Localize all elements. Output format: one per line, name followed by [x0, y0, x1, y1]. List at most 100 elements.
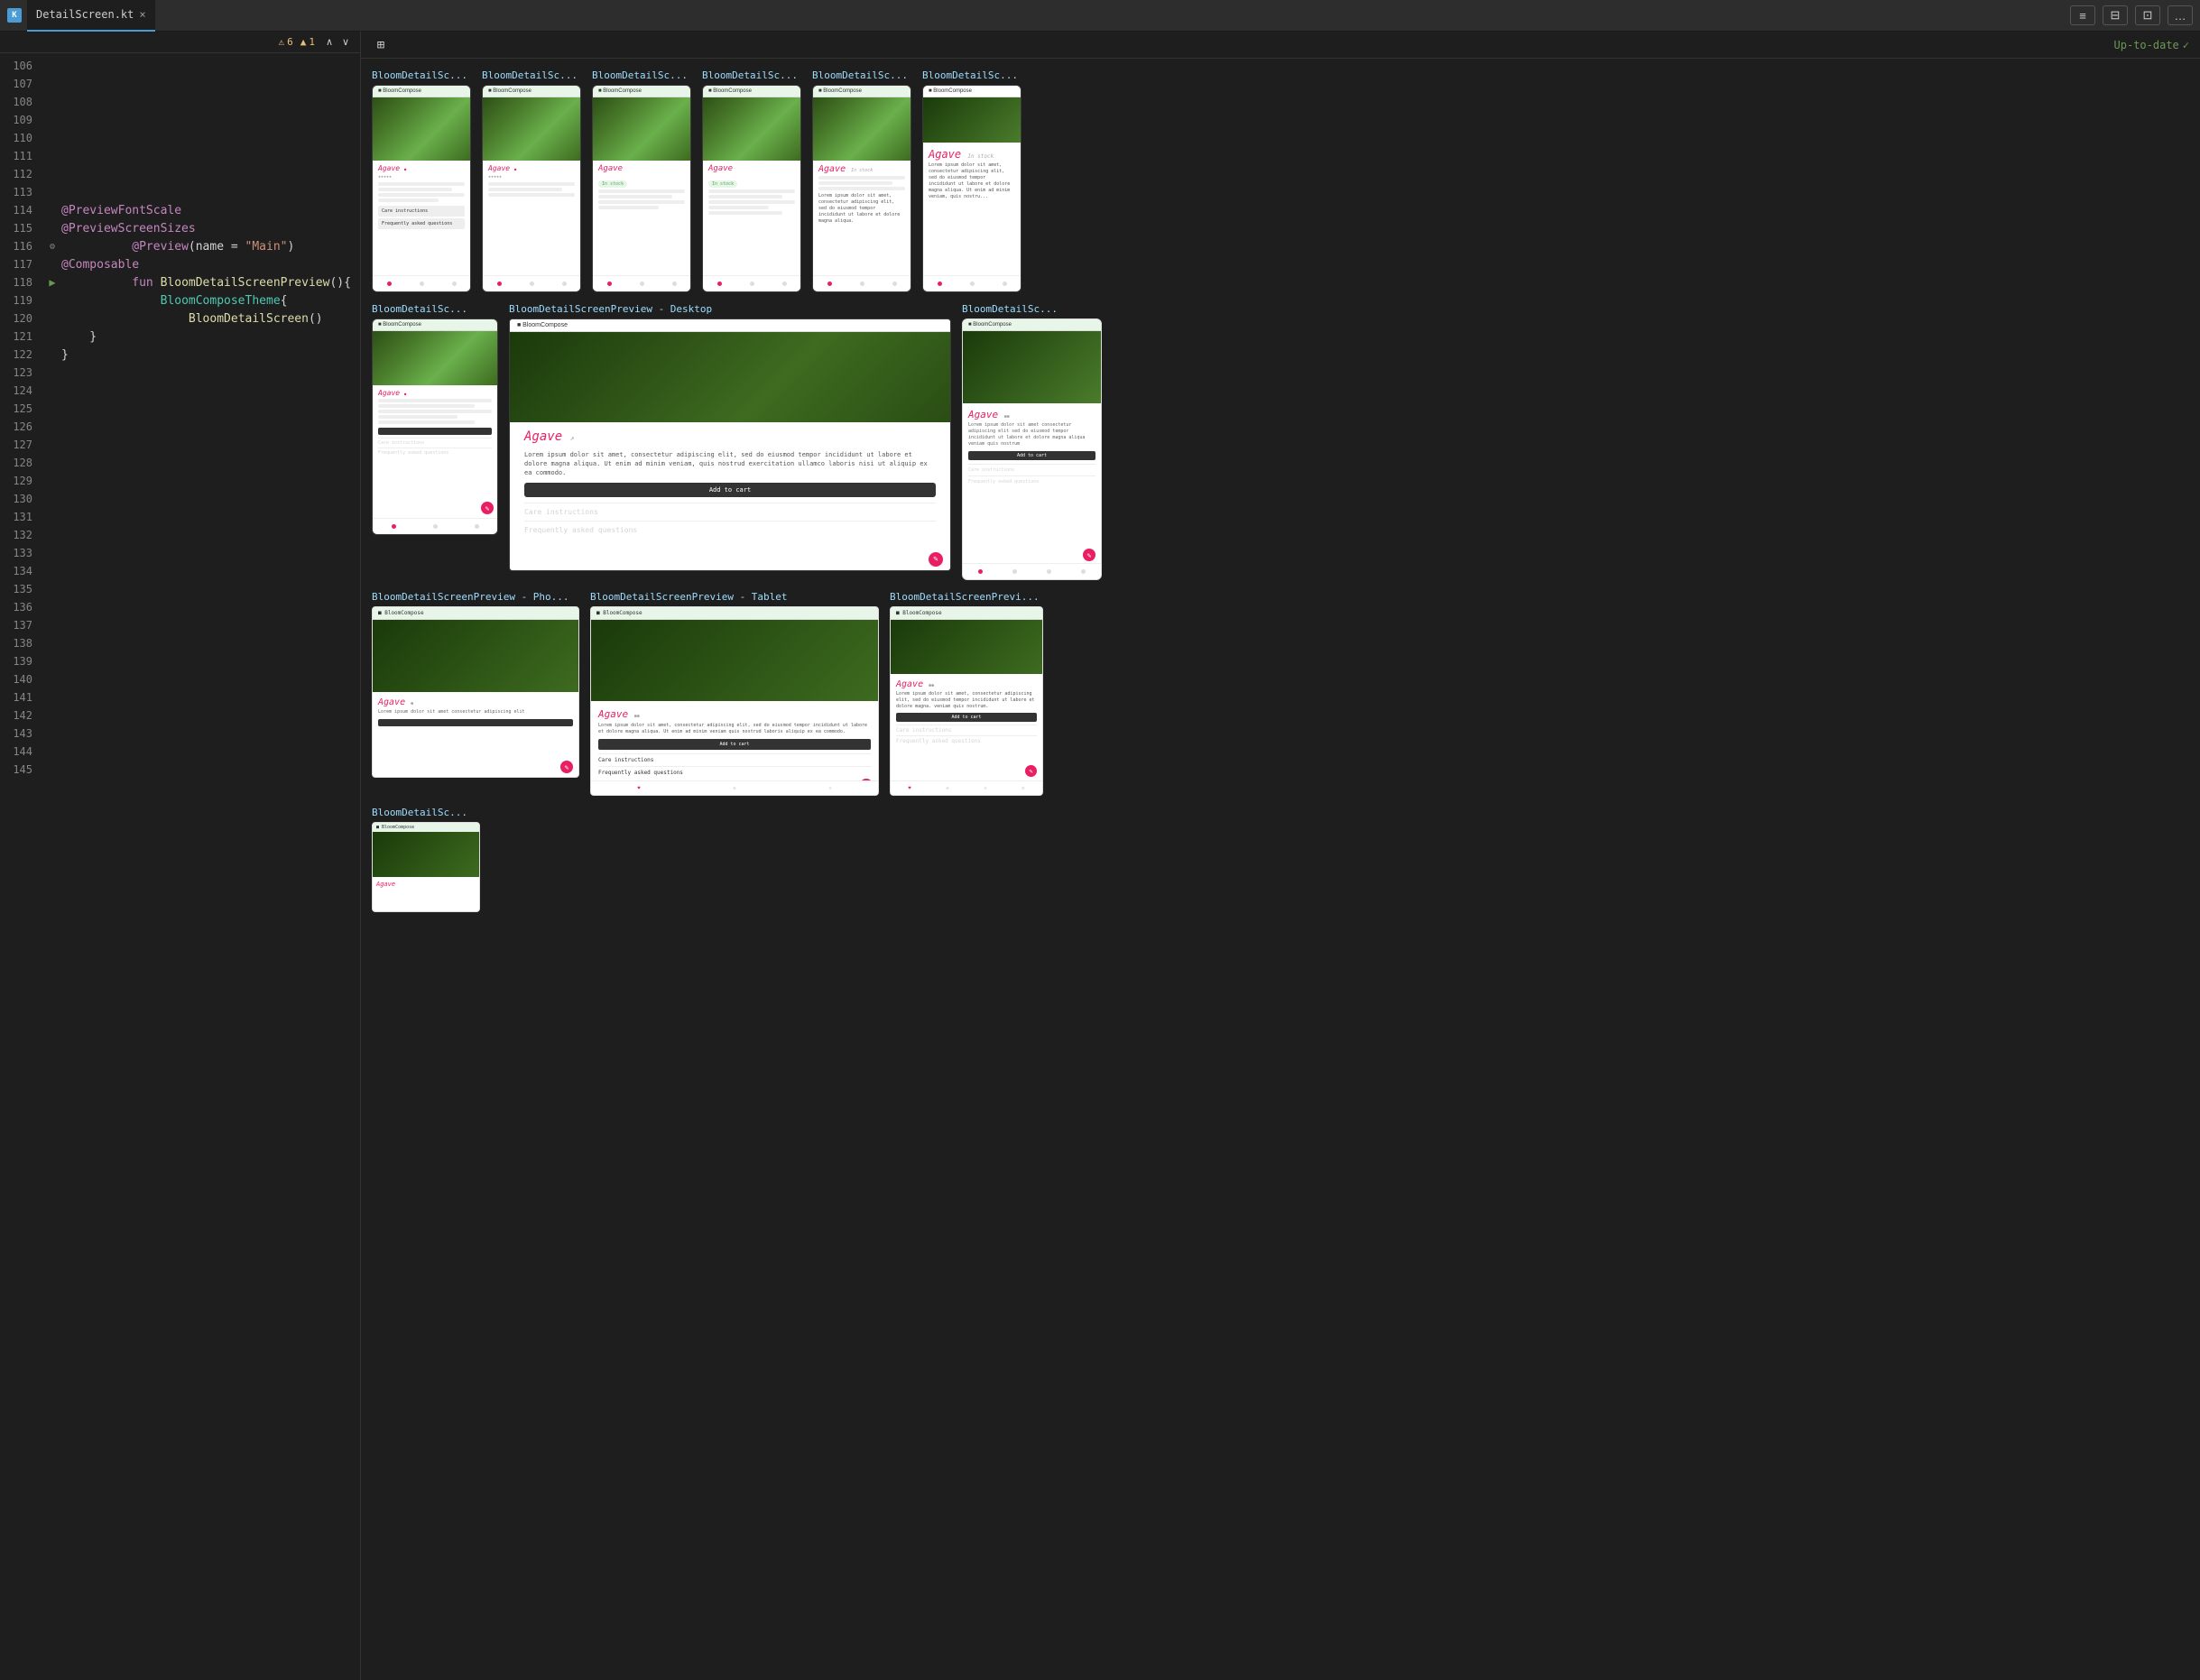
code-line-120: 120 BloomDetailScreen()	[0, 309, 360, 328]
code-line-130: 130	[0, 490, 360, 508]
info-icon: ▲	[300, 36, 307, 48]
phone-mockup-1: ■ BloomCompose Agave ● ★★★★★	[372, 85, 471, 292]
up-to-date-status: Up-to-date ✓	[2114, 39, 2189, 51]
code-line-116: 116 ⚙ @Preview(name = "Main")	[0, 237, 360, 255]
phone-mockup-4: ■ BloomCompose Agave In stock	[702, 85, 801, 292]
phone-preview-mockup: ■ BloomCompose Agave ● Lorem ipsum dolor…	[372, 606, 579, 778]
run-gutter-118[interactable]: ▶	[43, 276, 61, 289]
code-line-106: 106	[0, 57, 360, 75]
preview-item-4: BloomDetailSc... ■ BloomCompose Agave In…	[702, 69, 801, 292]
desktop-fab[interactable]: ✎	[929, 552, 943, 567]
mockup-wrapper-row4-1[interactable]: ■ BloomCompose Agave	[372, 822, 480, 912]
preview-label-desktop: BloomDetailScreenPreview - Desktop	[509, 303, 951, 315]
code-line-112: 112	[0, 165, 360, 183]
phone-mockup-2: ■ BloomCompose Agave ● ★★★★★	[482, 85, 581, 292]
tablet-mockup: ■ BloomCompose Agave ●● Lorem ipsum dolo…	[590, 606, 879, 796]
file-name: DetailScreen.kt	[36, 8, 134, 21]
warning-bar: ⚠ 6 ▲ 1 ∧ ∨	[0, 32, 360, 53]
code-line-139: 139	[0, 652, 360, 670]
preview-label-row4-1: BloomDetailSc...	[372, 807, 480, 818]
code-line-142: 142	[0, 706, 360, 725]
preview-item-row4-1: BloomDetailSc... ■ BloomCompose Agave	[372, 807, 480, 912]
phone-mockup-6: ■ BloomCompose Agave In stock Lorem ipsu…	[922, 85, 1021, 292]
mockup-wrapper-2[interactable]: ■ BloomCompose Agave ● ★★★★★	[482, 85, 581, 292]
info-badge: ▲ 1	[300, 36, 315, 48]
code-line-111: 111	[0, 147, 360, 165]
preview-label-6: BloomDetailSc...	[922, 69, 1021, 81]
app-icon: K	[7, 8, 22, 23]
phone-mockup-5: ■ BloomCompose Agave In stock	[812, 85, 911, 292]
code-line-140: 140	[0, 670, 360, 688]
mockup-wrapper-desktop[interactable]: ■ BloomCompose Agave ↗ Lorem ipsum dolor…	[509, 318, 951, 571]
preview-item-5: BloomDetailSc... ■ BloomCompose Agave In…	[812, 69, 911, 292]
title-bar: K DetailScreen.kt × ≡ ⊟ ⊡ …	[0, 0, 2200, 32]
large2-care-instructions: Care instructions	[896, 725, 1037, 735]
preview-item-desktop: BloomDetailScreenPreview - Desktop ■ Blo…	[509, 303, 951, 571]
preview-item-row2-3: BloomDetailSc... ■ BloomCompose Agave ●●…	[962, 303, 1102, 580]
code-line-145: 145	[0, 761, 360, 779]
code-line-138: 138	[0, 634, 360, 652]
toolbar-more-button[interactable]: …	[2168, 5, 2193, 25]
code-line-123: 123	[0, 364, 360, 382]
desktop-mockup: ■ BloomCompose Agave ↗ Lorem ipsum dolor…	[509, 318, 951, 571]
nav-up-button[interactable]: ∧	[322, 35, 337, 50]
code-line-113: 113	[0, 183, 360, 201]
preview-label-1: BloomDetailSc...	[372, 69, 471, 81]
mockup-wrapper-1[interactable]: ■ BloomCompose Agave ● ★★★★★	[372, 85, 471, 292]
preview-panel: ⊞ Up-to-date ✓ BloomDetailSc... ■ BloomC…	[361, 32, 2200, 1680]
warning-icon: ⚠	[279, 36, 285, 48]
toolbar-split-button[interactable]: ⊟	[2103, 5, 2128, 25]
code-line-131: 131	[0, 508, 360, 526]
preview-label-row2-1: BloomDetailSc...	[372, 303, 498, 315]
code-line-125: 125	[0, 400, 360, 418]
phone-mockup-row2-1: ■ BloomCompose Agave ●	[372, 318, 498, 535]
code-line-121: 121 }	[0, 328, 360, 346]
preview-item-3: BloomDetailSc... ■ BloomCompose Agave In…	[592, 69, 691, 292]
preview-row-3: BloomDetailScreenPreview - Pho... ■ Bloo…	[372, 591, 2189, 796]
preview-label-3: BloomDetailSc...	[592, 69, 691, 81]
code-lines: 106 107 108 109 110	[0, 53, 360, 782]
preview-header: ⊞ Up-to-date ✓	[361, 32, 2200, 59]
preview-row-1: BloomDetailSc... ■ BloomCompose Agave ● …	[372, 69, 2189, 292]
preview-item-phone: BloomDetailScreenPreview - Pho... ■ Bloo…	[372, 591, 579, 778]
mockup-wrapper-phone[interactable]: ■ BloomCompose Agave ● Lorem ipsum dolor…	[372, 606, 579, 778]
mockup-wrapper-5[interactable]: ■ BloomCompose Agave In stock	[812, 85, 911, 292]
large-phone-mockup: ■ BloomCompose Agave ●● Lorem ipsum dolo…	[962, 318, 1102, 580]
toolbar-grid-button[interactable]: ⊡	[2135, 5, 2160, 25]
large2-faq: Frequently asked questions	[896, 735, 1037, 746]
gear-gutter-116[interactable]: ⚙	[43, 242, 61, 252]
mockup-wrapper-tablet[interactable]: ■ BloomCompose Agave ●● Lorem ipsum dolo…	[590, 606, 879, 796]
mockup-wrapper-row2-1[interactable]: ■ BloomCompose Agave ●	[372, 318, 498, 535]
code-line-135: 135	[0, 580, 360, 598]
mockup-wrapper-3[interactable]: ■ BloomCompose Agave In stock	[592, 85, 691, 292]
tab-close-button[interactable]: ×	[139, 8, 145, 21]
mockup-wrapper-4[interactable]: ■ BloomCompose Agave In stock	[702, 85, 801, 292]
large2-mockup: ■ BloomCompose Agave ●● Lorem ipsum dolo…	[890, 606, 1043, 796]
preview-label-large2: BloomDetailScreenPrevi...	[890, 591, 1043, 603]
info-count: 1	[309, 36, 315, 48]
mockup-wrapper-row2-3[interactable]: ■ BloomCompose Agave ●● Lorem ipsum dolo…	[962, 318, 1102, 580]
toolbar-menu-button[interactable]: ≡	[2070, 5, 2095, 25]
code-line-133: 133	[0, 544, 360, 562]
code-panel: ⚠ 6 ▲ 1 ∧ ∨ 106 107	[0, 32, 361, 1680]
code-line-107: 107	[0, 75, 360, 93]
mockup-wrapper-large2[interactable]: ■ BloomCompose Agave ●● Lorem ipsum dolo…	[890, 606, 1043, 796]
preview-label-4: BloomDetailSc...	[702, 69, 801, 81]
main-content: ⚠ 6 ▲ 1 ∧ ∨ 106 107	[0, 32, 2200, 1680]
preview-grid-icon[interactable]: ⊞	[372, 36, 390, 54]
preview-item-large2: BloomDetailScreenPrevi... ■ BloomCompose…	[890, 591, 1043, 796]
mockup-wrapper-6[interactable]: ■ BloomCompose Agave In stock Lorem ipsu…	[922, 85, 1021, 292]
preview-label-5: BloomDetailSc...	[812, 69, 911, 81]
code-line-127: 127	[0, 436, 360, 454]
preview-item-2: BloomDetailSc... ■ BloomCompose Agave ● …	[482, 69, 581, 292]
file-tab[interactable]: DetailScreen.kt ×	[27, 0, 155, 32]
preview-label-tablet: BloomDetailScreenPreview - Tablet	[590, 591, 879, 603]
code-line-129: 129	[0, 472, 360, 490]
tablet-faq: Frequently asked questions	[598, 766, 871, 779]
code-line-141: 141	[0, 688, 360, 706]
nav-down-button[interactable]: ∨	[338, 35, 353, 50]
code-line-132: 132	[0, 526, 360, 544]
code-line-114: 114 @PreviewFontScale	[0, 201, 360, 219]
faq-label: Frequently asked questions	[524, 526, 637, 534]
preview-row-2: BloomDetailSc... ■ BloomCompose Agave ●	[372, 303, 2189, 580]
